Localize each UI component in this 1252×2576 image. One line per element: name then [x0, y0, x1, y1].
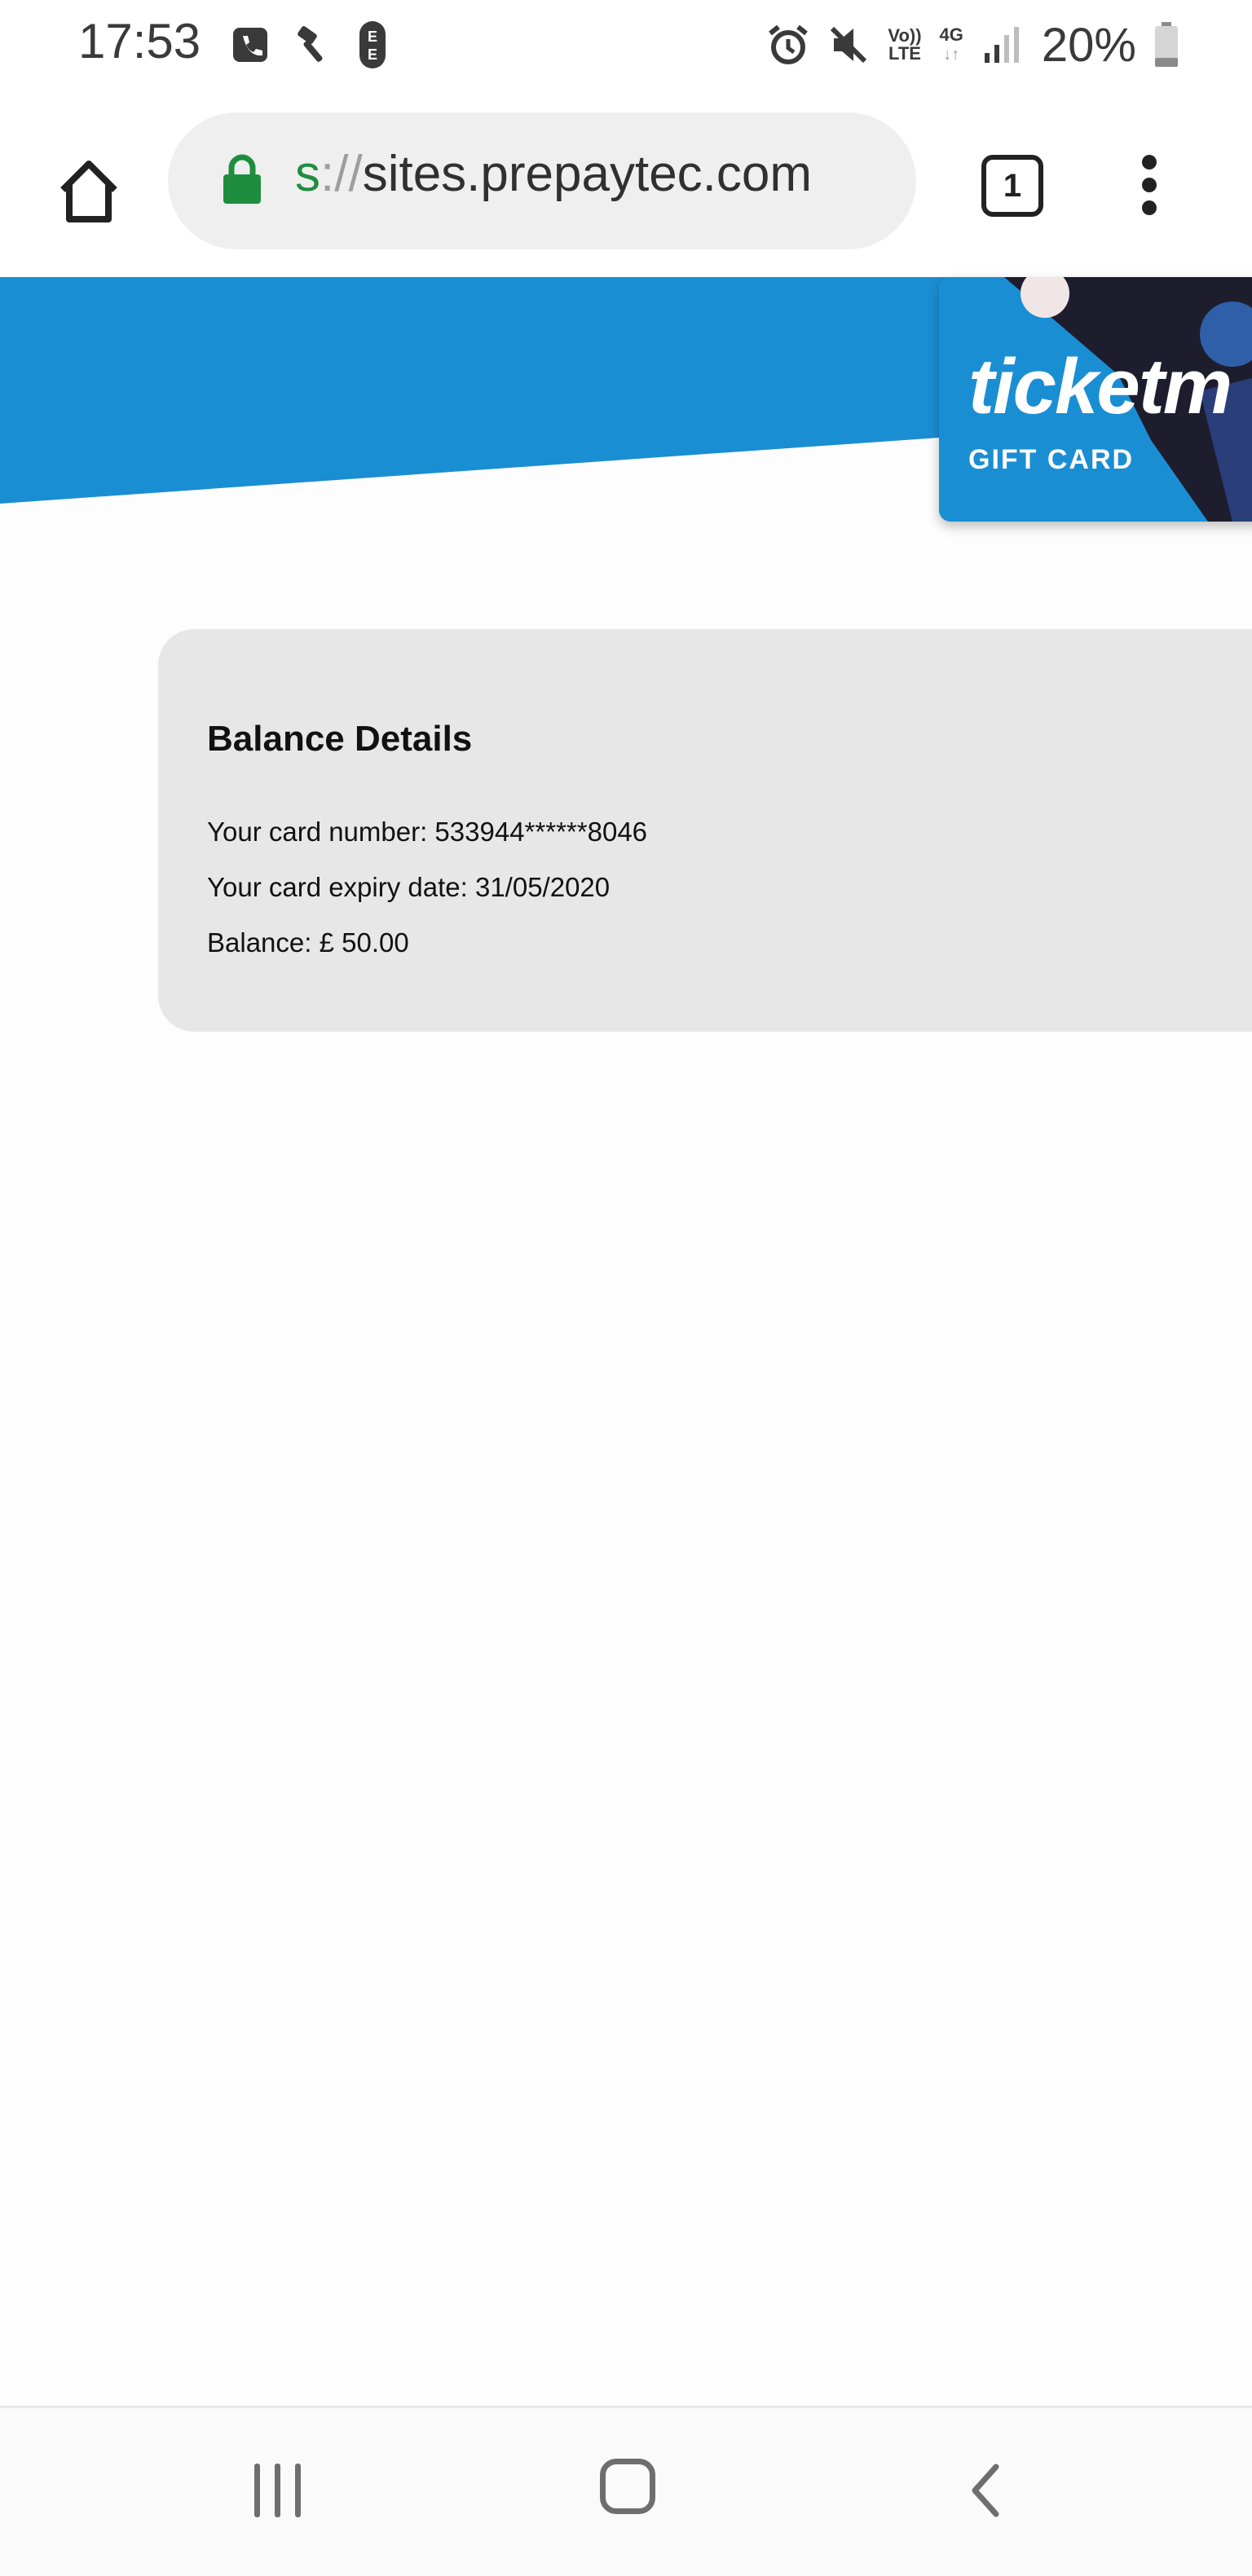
- recents-bar: [275, 2464, 280, 2517]
- volte-label-bottom: LTE: [888, 43, 921, 64]
- mute-icon: [831, 26, 867, 64]
- svg-text:E: E: [368, 29, 377, 45]
- recents-bar: [295, 2464, 301, 2517]
- signal-icon: [984, 27, 1019, 63]
- back-button[interactable]: [965, 2462, 1006, 2519]
- url-scheme: s: [295, 146, 320, 202]
- browser-toolbar: s://sites.prepaytec.com 1: [0, 90, 1252, 277]
- gift-card-label: GIFT CARD: [968, 444, 1135, 475]
- hammer-icon: [298, 26, 323, 62]
- url-separator: ://: [320, 146, 363, 202]
- alarm-icon: [769, 24, 809, 64]
- svg-text:E: E: [368, 46, 377, 63]
- recents-bar: [254, 2464, 260, 2517]
- card-number: Your card number: 533944******8046: [207, 817, 648, 847]
- browser-home-button[interactable]: [44, 147, 134, 236]
- gift-card-logo: ticketm: [968, 343, 1232, 430]
- battery-percent: 20%: [1041, 18, 1136, 72]
- status-time: 17:53: [78, 14, 201, 68]
- status-icons-right: Vo)) LTE 4G ↓↑ 20%: [767, 16, 1179, 73]
- gift-card-image: ticketm GIFT CARD: [939, 277, 1252, 522]
- url-text[interactable]: s://sites.prepaytec.com: [295, 145, 812, 203]
- network-label: 4G: [939, 24, 963, 45]
- menu-dot: [1142, 155, 1157, 170]
- menu-dot: [1142, 178, 1157, 192]
- balance-title: Balance Details: [207, 719, 473, 759]
- recents-button[interactable]: [254, 2464, 311, 2521]
- tab-switcher-button[interactable]: 1: [981, 155, 1043, 217]
- volte-label-top: Vo)): [888, 25, 922, 46]
- phone-icon: [233, 28, 267, 62]
- menu-dot: [1142, 200, 1157, 215]
- home-icon: [60, 161, 117, 222]
- url-host: sites.prepaytec.com: [362, 146, 813, 202]
- browser-menu-button[interactable]: [1133, 148, 1166, 230]
- lock-icon: [223, 154, 261, 204]
- card-expiry: Your card expiry date: 31/05/2020: [207, 872, 611, 902]
- status-bar: 17:53 E E Vo)) LTE 4G ↓↑ 20%: [0, 0, 1252, 90]
- address-bar[interactable]: s://sites.prepaytec.com: [168, 112, 916, 249]
- ee-carrier-icon: E E: [359, 21, 386, 68]
- balance-details-panel: Balance Details Your card number: 533944…: [158, 629, 1252, 1032]
- battery-icon: [1155, 22, 1178, 67]
- volte-icon: Vo)) LTE: [888, 27, 921, 63]
- status-icons-left: E E: [231, 16, 386, 73]
- 4g-data-icon: 4G ↓↑: [939, 24, 963, 64]
- card-balance: Balance: £ 50.00: [207, 927, 409, 958]
- system-nav-bar: [0, 2406, 1252, 2576]
- nav-home-button[interactable]: [600, 2459, 655, 2514]
